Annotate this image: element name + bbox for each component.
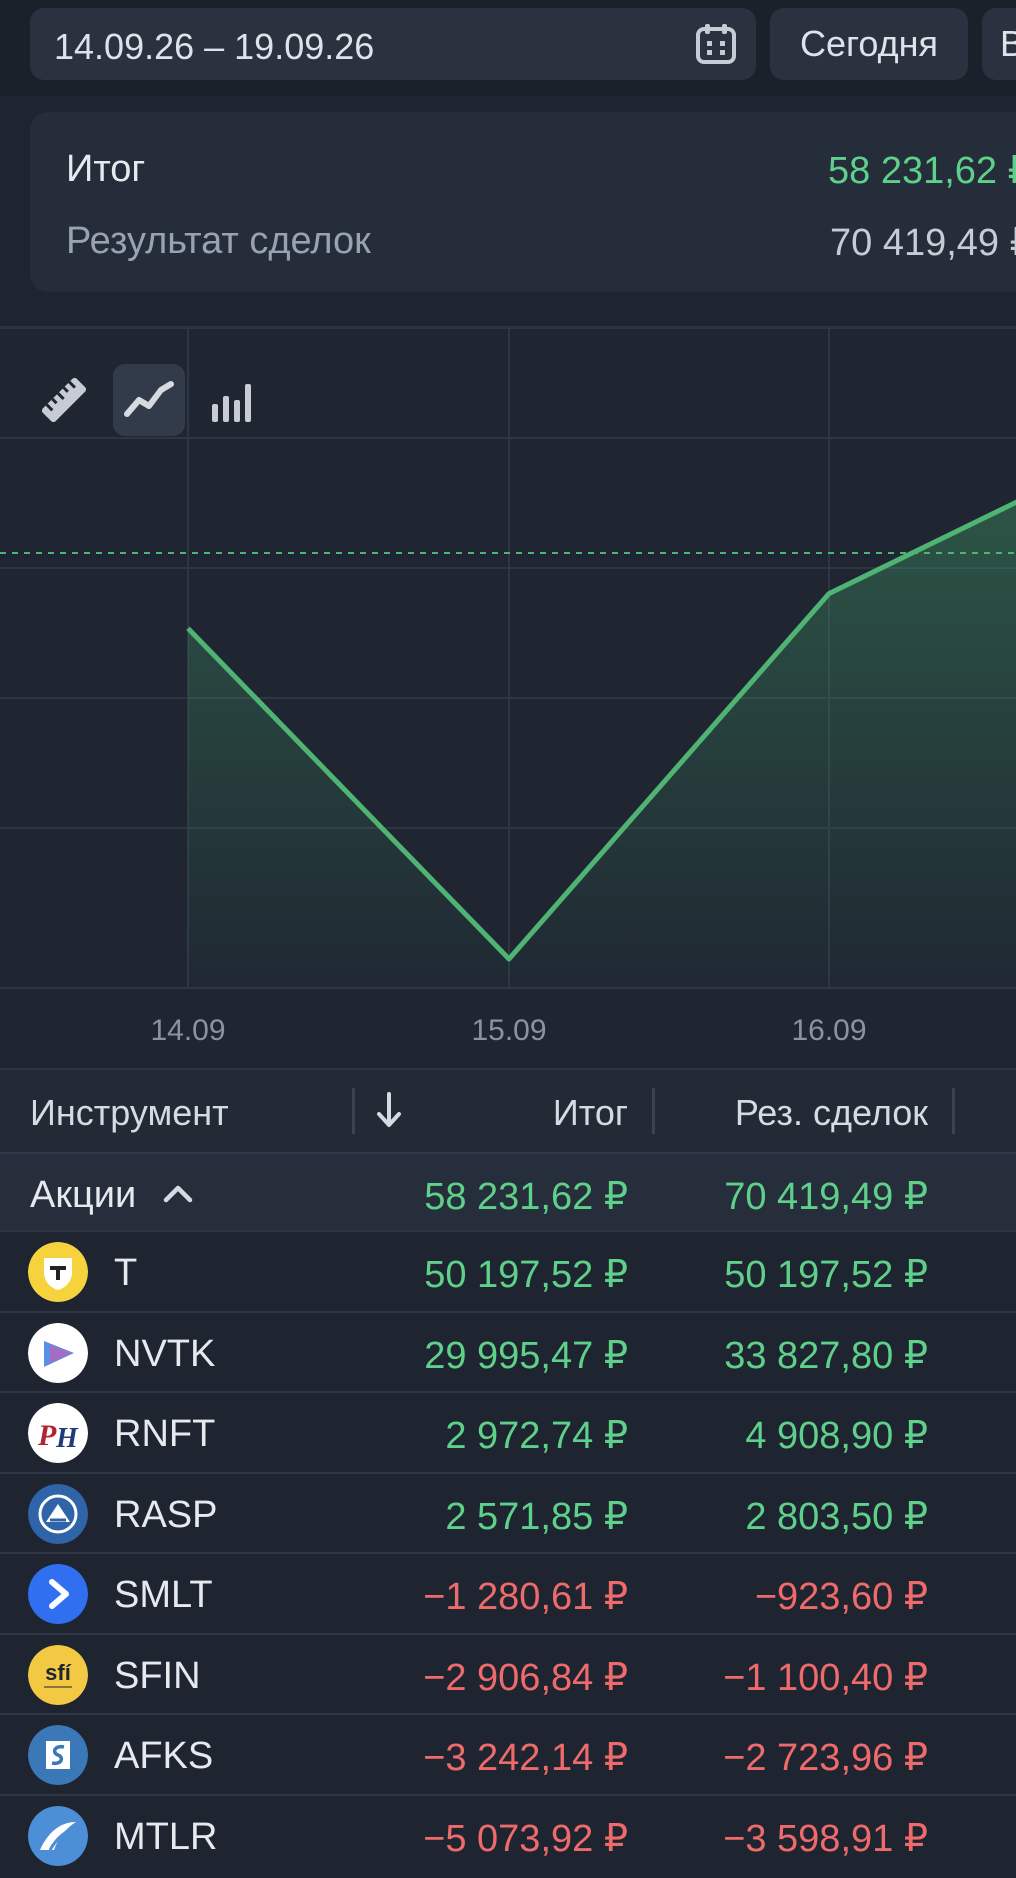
table-row[interactable]: SMLT −1 280,61 ₽ −923,60 ₽ (0, 1552, 1016, 1634)
mechel-logo (28, 1805, 88, 1866)
table-row[interactable]: AFKS −3 242,14 ₽ −2 723,96 ₽ (0, 1713, 1016, 1795)
ticker: AFKS (114, 1735, 214, 1777)
date-range-text: 14.09.26 – 19.09.26 (54, 26, 375, 67)
row-total: 2 972,74 ₽ (445, 1415, 628, 1457)
ticker: RNFT (114, 1413, 216, 1455)
column-deals-result[interactable]: Рез. сделок (735, 1092, 928, 1134)
row-deals-result: −2 723,96 ₽ (723, 1737, 928, 1779)
column-instrument[interactable]: Инструмент (30, 1092, 229, 1134)
bar-chart-icon (212, 384, 251, 422)
column-separator (352, 1088, 355, 1134)
row-deals-result: 50 197,52 ₽ (724, 1254, 928, 1296)
row-deals-result: 2 803,50 ₽ (745, 1495, 928, 1538)
sistema-logo (28, 1725, 88, 1785)
x-tick-label: 14.09 (150, 1014, 225, 1047)
table-row[interactable]: sfí SFIN −2 906,84 ₽ −1 100,40 ₽ (0, 1632, 1016, 1715)
table-row[interactable]: T 50 197,52 ₽ 50 197,52 ₽ (0, 1230, 1016, 1312)
deals-result-label: Результат сделок (66, 220, 371, 262)
bar-chart-tool-button[interactable] (198, 364, 270, 436)
row-deals-result: 4 908,90 ₽ (745, 1415, 928, 1457)
row-total: 2 571,85 ₽ (445, 1495, 628, 1538)
row-deals-result: −923,60 ₽ (754, 1576, 928, 1618)
row-deals-result: −3 598,91 ₽ (723, 1817, 928, 1860)
tbank-logo (28, 1242, 88, 1302)
pnl-chart-svg: 14.09 15.09 16.09 (0, 328, 1016, 1047)
novatek-logo (28, 1322, 88, 1383)
pnl-chart[interactable]: 14.09 15.09 16.09 (0, 326, 1016, 1068)
row-total: −5 073,92 ₽ (423, 1817, 628, 1860)
ruler-tool-button[interactable] (28, 364, 100, 436)
column-separator (952, 1088, 955, 1134)
svg-text:sfí: sfí (45, 1660, 72, 1685)
sort-arrow-down-icon[interactable] (374, 1088, 404, 1141)
ticker: SMLT (114, 1574, 213, 1616)
samolet-logo (28, 1564, 88, 1624)
chevron-up-icon[interactable] (160, 1176, 196, 1217)
row-total: 50 197,52 ₽ (424, 1254, 628, 1296)
ticker: SFIN (114, 1654, 201, 1697)
deals-result-value: 70 419,49 ₽ (830, 222, 1016, 264)
table-header: Инструмент Итог Рез. сделок (0, 1068, 1016, 1152)
column-total[interactable]: Итог (553, 1092, 628, 1134)
svg-text:Н: Н (55, 1423, 79, 1454)
line-chart-tool-button[interactable] (113, 364, 185, 436)
calendar-icon[interactable] (694, 22, 738, 71)
russneft-logo: РН (28, 1403, 88, 1463)
group-label: Акции (30, 1174, 137, 1216)
next-period-button[interactable]: В (982, 8, 1016, 80)
x-tick-label: 16.09 (791, 1014, 866, 1047)
ticker: MTLR (114, 1815, 218, 1858)
series-area (188, 502, 1016, 988)
row-total: −1 280,61 ₽ (423, 1576, 628, 1618)
ticker: T (114, 1252, 138, 1294)
table-row[interactable]: NVTK 29 995,47 ₽ 33 827,80 ₽ (0, 1310, 1016, 1393)
today-button[interactable]: Сегодня (770, 8, 968, 80)
ticker: NVTK (114, 1332, 216, 1375)
row-deals-result: −1 100,40 ₽ (723, 1656, 928, 1699)
total-label: Итог (66, 148, 146, 190)
date-range-field[interactable]: 14.09.26 – 19.09.26 (30, 8, 756, 80)
table-row[interactable]: Р Н RNFT 2 972,74 ₽ 4 908,90 ₽ (0, 1391, 1016, 1473)
group-deals-result: 70 419,49 ₽ (724, 1176, 928, 1218)
table-row[interactable]: RASP 2 571,85 ₽ 2 803,50 ₽ (0, 1471, 1016, 1554)
summary-card: Итог Результат сделок 58 231,62 ₽ 70 419… (30, 112, 1016, 292)
line-chart-icon (124, 381, 174, 417)
total-value: 58 231,62 ₽ (828, 150, 1016, 192)
row-total: −3 242,14 ₽ (423, 1737, 628, 1779)
table-row[interactable]: MTLR −5 073,92 ₽ −3 598,91 ₽ (0, 1793, 1016, 1876)
raspadskaya-logo (28, 1483, 88, 1544)
group-row-stocks[interactable]: Акции 58 231,62 ₽ 70 419,49 ₽ (0, 1152, 1016, 1232)
column-separator (652, 1088, 655, 1134)
row-total: 29 995,47 ₽ (424, 1334, 628, 1377)
svg-text:Р: Р (37, 1419, 57, 1452)
group-total: 58 231,62 ₽ (424, 1176, 628, 1218)
sfi-logo: sfí (28, 1644, 88, 1705)
x-tick-label: 15.09 (471, 1014, 546, 1047)
date-toolbar: 14.09.26 – 19.09.26 Сегодня В (0, 0, 1016, 96)
ticker: RASP (114, 1493, 218, 1536)
row-deals-result: 33 827,80 ₽ (724, 1334, 928, 1377)
row-total: −2 906,84 ₽ (423, 1656, 628, 1699)
ruler-icon (41, 377, 87, 423)
